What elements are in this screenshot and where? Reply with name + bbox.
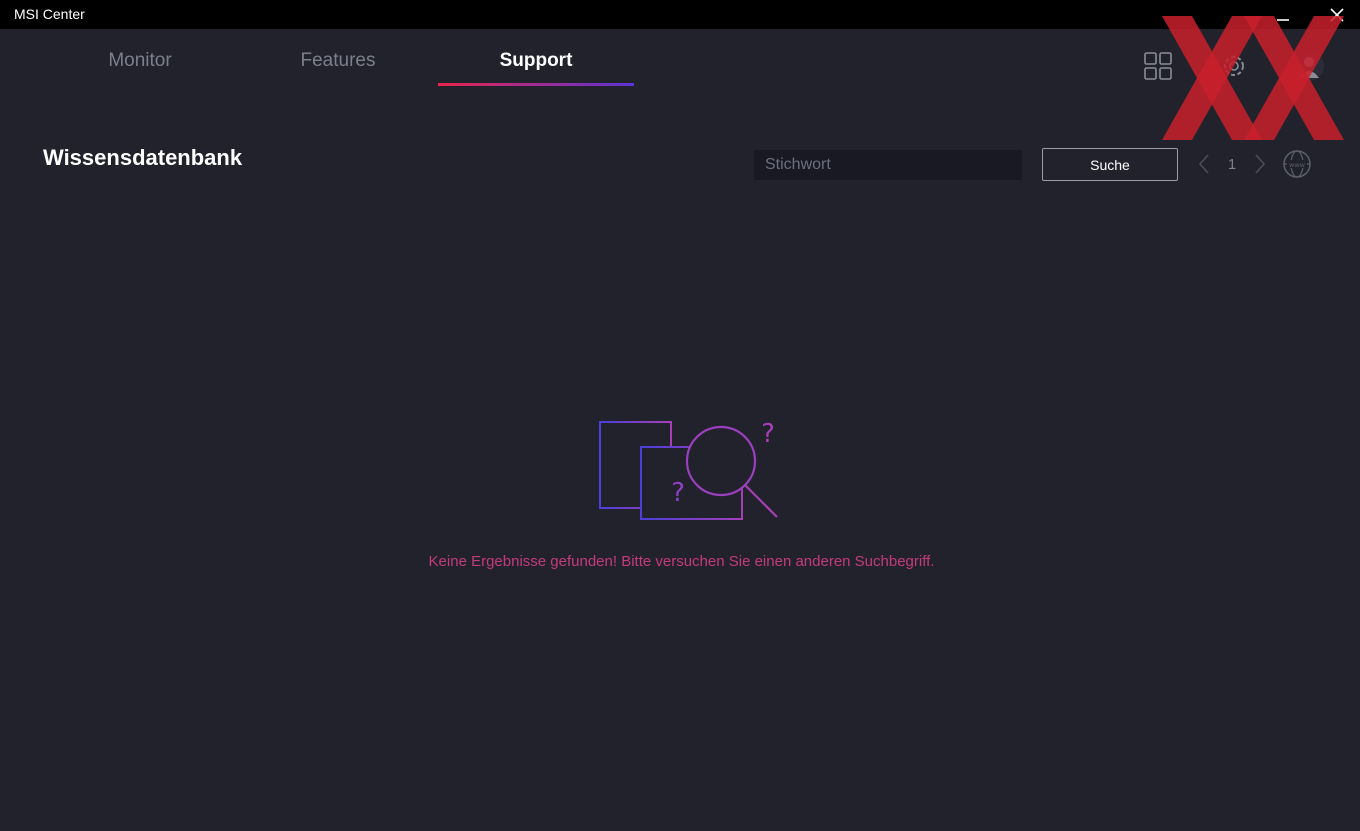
page-number: 1	[1227, 156, 1237, 173]
search-button[interactable]: Suche	[1042, 148, 1178, 181]
tab-support[interactable]: Support	[438, 50, 634, 86]
gear-icon[interactable]	[1218, 50, 1250, 82]
tab-support-label: Support	[499, 50, 573, 71]
minimize-button[interactable]	[1260, 0, 1306, 29]
previous-page-button[interactable]	[1194, 152, 1214, 176]
globe-www-graphic: www	[1283, 150, 1311, 178]
tab-features[interactable]: Features	[240, 50, 436, 86]
svg-text:?: ?	[761, 419, 775, 449]
svg-text:?: ?	[671, 478, 685, 508]
chevron-left-icon	[1198, 154, 1209, 174]
close-button[interactable]	[1314, 0, 1360, 29]
next-page-button[interactable]	[1250, 152, 1270, 176]
tab-monitor-label: Monitor	[108, 50, 172, 71]
tab-features-label: Features	[300, 50, 376, 71]
close-icon	[1330, 7, 1344, 22]
gear-icon-graphic	[1224, 56, 1244, 76]
user-icon-graphic	[1294, 51, 1324, 81]
app-title: MSI Center	[14, 6, 85, 22]
no-results-illustration: ? ?	[599, 419, 778, 520]
globe-www-icon[interactable]: www	[1282, 149, 1312, 179]
active-tab-indicator	[438, 83, 634, 86]
svg-text:www: www	[1289, 161, 1306, 169]
search-input[interactable]	[754, 150, 1022, 180]
user-icon[interactable]	[1293, 50, 1325, 82]
title-bar: MSI Center	[0, 0, 1360, 29]
minimize-icon	[1277, 18, 1289, 21]
page-title: Wissensdatenbank	[43, 145, 243, 170]
chevron-right-icon	[1255, 154, 1266, 174]
grid-icon[interactable]	[1142, 50, 1174, 82]
tab-monitor[interactable]: Monitor	[42, 50, 238, 86]
grid-icon-graphic	[1144, 52, 1172, 80]
no-results-message: Keine Ergebnisse gefunden! Bitte versuch…	[428, 553, 935, 570]
